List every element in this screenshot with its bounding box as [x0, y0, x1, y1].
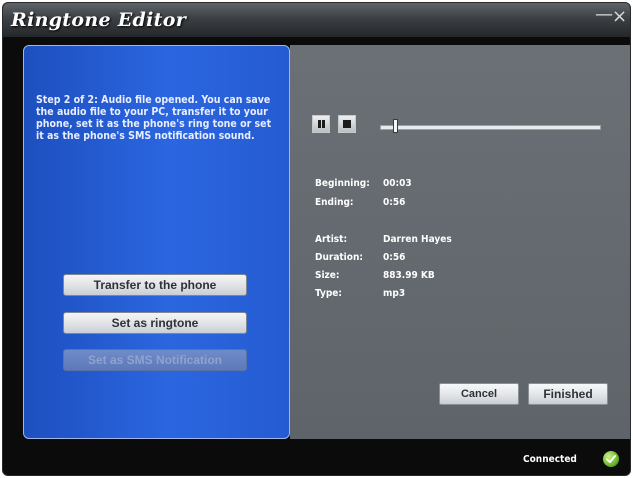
ending-value: 0:56 [383, 197, 406, 208]
beginning-label: Beginning: [315, 178, 370, 189]
type-value: mp3 [383, 288, 406, 299]
status-bar: Connected [3, 443, 630, 475]
close-button[interactable]: × [612, 8, 627, 26]
audio-panel: Beginning: 00:03 Ending: 0:56 Artist: Da… [290, 45, 630, 439]
beginning-value: 00:03 [383, 178, 412, 189]
connection-status: Connected [523, 454, 577, 465]
ringtone-editor-window: Ringtone Editor — × Step 2 of 2: Audio f… [2, 2, 631, 476]
playback-slider-thumb[interactable] [393, 119, 398, 133]
pause-button[interactable] [312, 115, 330, 133]
size-label: Size: [315, 270, 340, 281]
set-as-sms-notification-button: Set as SMS Notification [63, 349, 247, 371]
duration-label: Duration: [315, 252, 363, 263]
window-title: Ringtone Editor [11, 9, 187, 31]
artist-label: Artist: [315, 234, 348, 245]
title-bar: Ringtone Editor — × [3, 3, 630, 37]
playback-slider[interactable] [380, 125, 601, 130]
check-icon [603, 451, 619, 467]
cancel-button[interactable]: Cancel [439, 383, 519, 405]
type-label: Type: [315, 288, 342, 299]
minimize-button[interactable]: — [595, 6, 613, 24]
size-value: 883.99 KB [383, 270, 435, 281]
step-instructions: Step 2 of 2: Audio file opened. You can … [36, 94, 272, 142]
set-as-ringtone-button[interactable]: Set as ringtone [63, 312, 247, 334]
duration-value: 0:56 [383, 252, 406, 263]
finished-button[interactable]: Finished [528, 383, 608, 405]
steps-panel: Step 2 of 2: Audio file opened. You can … [23, 45, 290, 439]
ending-label: Ending: [315, 197, 354, 208]
stop-button[interactable] [338, 115, 356, 133]
artist-value: Darren Hayes [383, 234, 452, 245]
transfer-to-phone-button[interactable]: Transfer to the phone [63, 274, 247, 296]
